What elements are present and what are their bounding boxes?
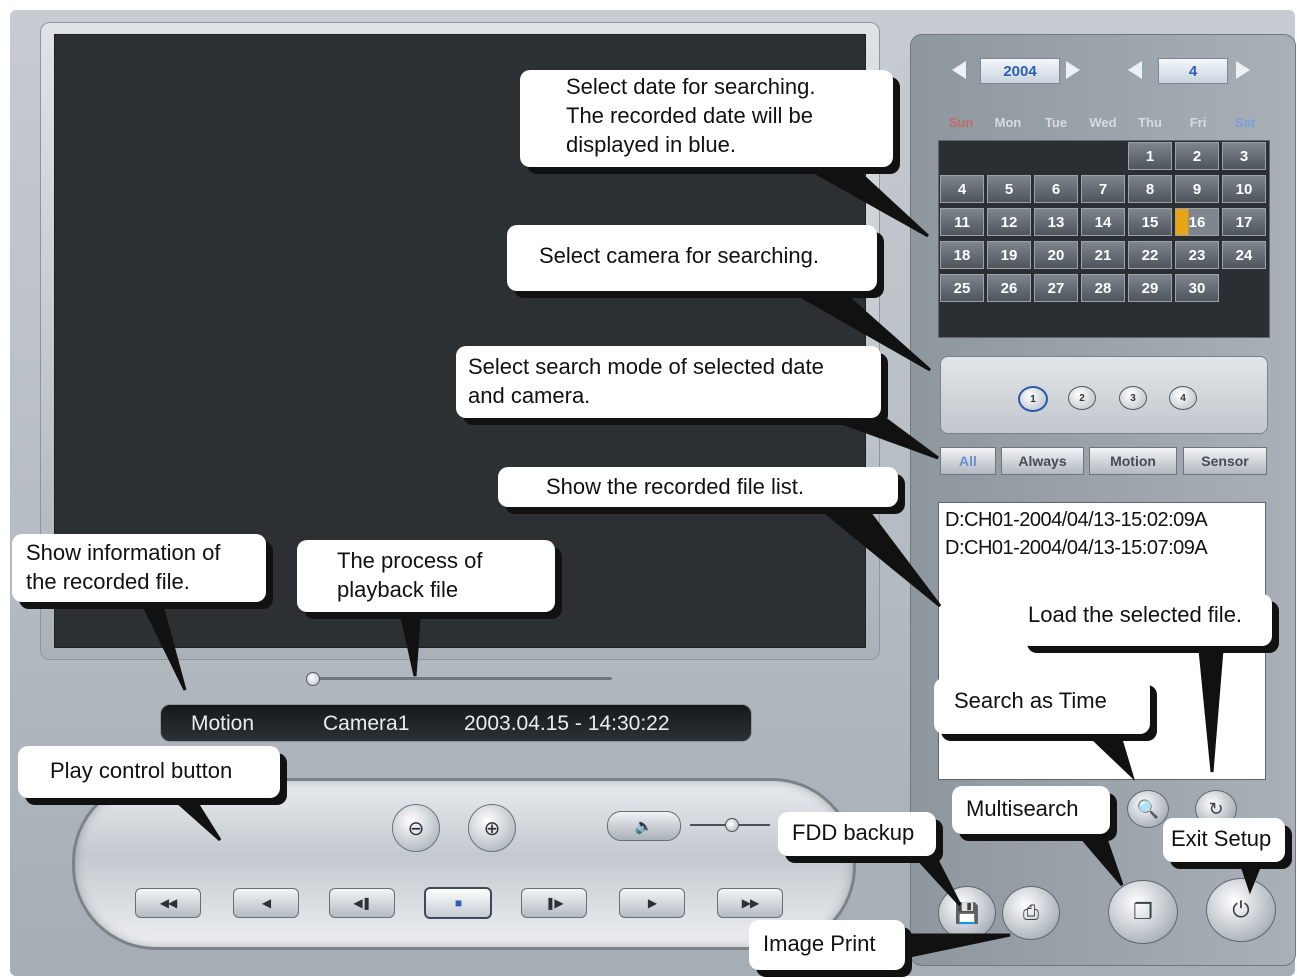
callout-line: The recorded date will be [566, 103, 814, 128]
callout-line: Select search mode of selected date [468, 354, 824, 379]
pointer-exit-setup [1237, 858, 1265, 895]
callout-line: Show information of [26, 540, 221, 565]
callout-line: displayed in blue. [566, 132, 737, 157]
callout-show-info: Show information of the recorded file. [12, 534, 266, 602]
callout-line: playback file [337, 577, 459, 602]
callout-select-camera: Select camera for searching. [507, 225, 877, 291]
callout-search-mode: Select search mode of selected date and … [456, 346, 881, 418]
pointer-image-print [898, 933, 1011, 960]
callout-line: The process of [337, 548, 483, 573]
pointer-search-mode [819, 413, 939, 460]
pointer-multisearch [1076, 834, 1124, 886]
callout-play-control: Play control button [18, 746, 280, 798]
callout-line: and camera. [468, 383, 591, 408]
callout-line: the recorded file. [26, 569, 190, 594]
pointer-file-list [805, 498, 942, 608]
pointer-search-time [1086, 734, 1136, 781]
callout-playback: The process of playback file [297, 540, 555, 612]
callout-select-date: Select date for searching. The recorded … [520, 70, 893, 167]
callout-image-print: Image Print [749, 920, 905, 970]
pointer-playback [398, 606, 422, 677]
callout-fdd-backup: FDD backup [778, 812, 936, 856]
pointer-load-file [1198, 648, 1224, 773]
callout-line: Select date for searching. [566, 74, 816, 99]
callout-load-file: Load the selected file. [1020, 594, 1272, 646]
pointer-show-info [137, 596, 187, 691]
callout-multisearch: Multisearch [952, 786, 1110, 834]
callout-search-time: Search as Time [934, 678, 1150, 734]
callout-exit-setup: Exit Setup [1163, 818, 1285, 862]
pointer-fdd-backup [911, 854, 962, 907]
callout-file-list: Show the recorded file list. [498, 467, 898, 507]
pointer-play-control [171, 798, 222, 842]
